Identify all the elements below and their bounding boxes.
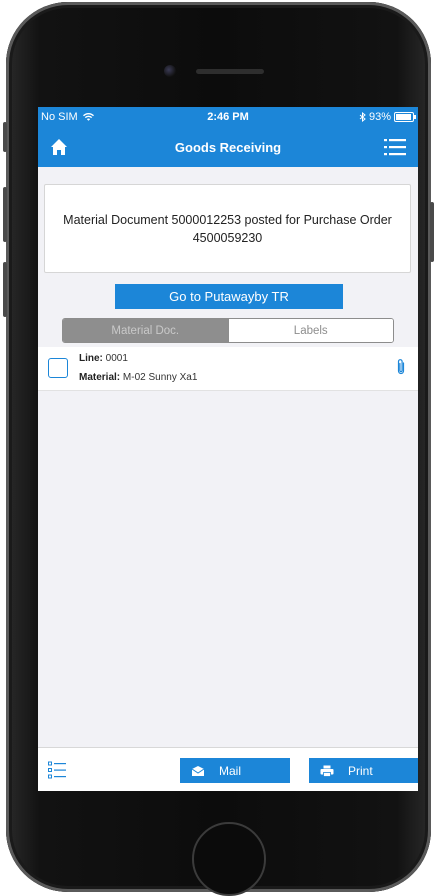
go-to-putaway-button[interactable]: Go to Putawayby TR [115, 284, 343, 309]
home-button[interactable] [192, 822, 266, 896]
tab-labels[interactable]: Labels [227, 319, 393, 342]
posting-confirmation-message: Material Document 5000012253 posted for … [44, 184, 411, 273]
app-screen: No SIM 2:46 PM 93% Goods Receiving Mater… [38, 107, 418, 791]
line-value: 0001 [105, 353, 128, 364]
mail-button[interactable]: Mail [180, 758, 290, 783]
print-label: Print [348, 763, 373, 778]
posting-confirmation-text: Material Document 5000012253 posted for … [63, 212, 392, 245]
printer-icon [320, 765, 334, 777]
list-view-icon[interactable] [48, 761, 66, 779]
list-item[interactable]: Line: 0001 Material: M-02 Sunny Xa1 [38, 347, 418, 391]
bottom-toolbar: Mail Print [38, 747, 418, 791]
volume-up-button [3, 187, 7, 242]
status-bar: No SIM 2:46 PM 93% [38, 107, 418, 127]
envelope-icon [191, 765, 205, 776]
power-button [430, 202, 434, 262]
paperclip-icon[interactable] [396, 358, 406, 376]
page-title: Goods Receiving [174, 140, 282, 155]
row-checkbox[interactable] [48, 358, 68, 378]
battery-percent: 93% [368, 111, 391, 123]
bluetooth-icon [359, 112, 366, 122]
nav-bar: Goods Receiving [38, 127, 418, 167]
mute-switch [3, 122, 7, 152]
print-button[interactable]: Print [309, 758, 418, 783]
battery-status: 93% [359, 111, 416, 123]
material-value: M-02 Sunny Xa1 [122, 372, 198, 383]
tab-material-doc[interactable]: Material Doc. [63, 319, 228, 342]
menu-icon[interactable] [384, 137, 406, 157]
line-label: Line: [79, 353, 103, 364]
volume-down-button [3, 262, 7, 317]
front-camera [164, 65, 176, 77]
battery-icon [394, 112, 416, 122]
line-field: Line: 0001 [79, 353, 128, 364]
material-label: Material: [79, 372, 121, 383]
mail-label: Mail [219, 763, 242, 778]
view-segmented-control: Material Doc. Labels [62, 318, 394, 343]
material-field: Material: M-02 Sunny Xa1 [79, 372, 197, 383]
earpiece-speaker [196, 69, 264, 74]
